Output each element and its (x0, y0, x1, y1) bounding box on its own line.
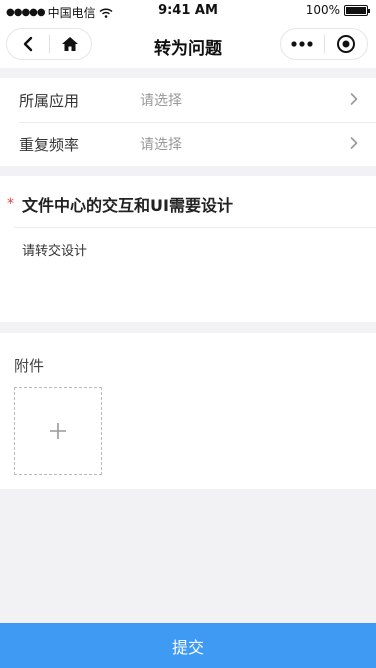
status-right: 100% (305, 3, 370, 17)
issue-panel: * 文件中心的交互和UI需要设计 请转交设计 (0, 176, 376, 322)
app-select-placeholder: 请选择 (140, 93, 182, 109)
plus-icon (50, 423, 66, 439)
required-mark: * (7, 196, 14, 212)
frequency-select-row[interactable]: 重复频率 请选择 (0, 122, 376, 166)
frequency-select-label: 重复频率 (19, 135, 80, 154)
selection-panel: 所属应用 请选择 重复频率 请选择 (0, 78, 376, 166)
chevron-right-icon (350, 137, 358, 149)
battery-icon (344, 4, 370, 16)
chevron-right-icon (350, 93, 358, 105)
close-miniapp-button[interactable] (324, 29, 367, 59)
app-select-row[interactable]: 所属应用 请选择 (0, 78, 376, 122)
nav-capsule-right (280, 28, 368, 60)
row-divider (14, 227, 376, 228)
more-dots-icon (291, 41, 313, 47)
issue-title-row[interactable]: * 文件中心的交互和UI需要设计 (0, 176, 376, 228)
submit-button[interactable]: 提交 (0, 623, 376, 668)
upload-button[interactable] (14, 387, 102, 475)
issue-title[interactable]: 文件中心的交互和UI需要设计 (22, 192, 233, 216)
attachment-panel: 附件 (0, 333, 376, 489)
target-close-icon (336, 35, 355, 53)
issue-description[interactable]: 请转交设计 (22, 240, 87, 259)
battery-percent: 100% (305, 3, 340, 17)
status-bar: ●●●●● 中国电信 9:41 AM 100% (0, 0, 376, 22)
attachment-label: 附件 (14, 357, 45, 375)
app-select-label: 所属应用 (19, 91, 80, 110)
more-button[interactable] (281, 29, 324, 59)
frequency-select-placeholder: 请选择 (140, 137, 182, 153)
nav-bar: 转为问题 (0, 22, 376, 68)
